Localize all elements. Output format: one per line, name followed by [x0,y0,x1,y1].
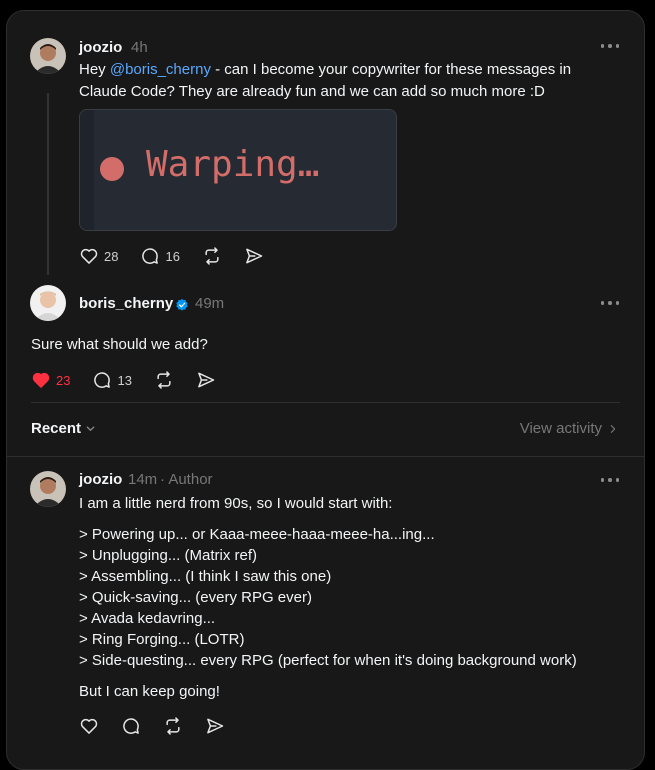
like-button-active[interactable]: 23 [31,370,70,390]
repost-button[interactable] [154,370,174,390]
view-activity-link[interactable]: View activity [520,420,618,437]
comment-button[interactable] [121,716,141,736]
chevron-down-icon [86,426,95,431]
like-count: 23 [56,372,71,388]
recent-dropdown[interactable]: Recent [31,420,96,437]
like-button[interactable]: 28 [79,246,118,266]
heart-filled-icon [32,372,50,388]
post2-username[interactable]: boris_cherny [79,295,173,312]
share-button[interactable] [205,716,225,736]
list-item: > Powering up... or Kaaa-meee-haaa-meee-… [79,526,435,543]
like-button[interactable] [79,716,99,736]
post1-more-icon[interactable] [599,41,621,51]
avatar-image [30,38,66,74]
like-count: 28 [104,248,119,264]
share-icon [246,248,263,264]
avatar-image [30,471,66,507]
comment-icon [123,718,139,734]
post1-text-line2: Claude Code? They are already fun and we… [79,83,545,100]
post3-more-icon[interactable] [599,475,621,485]
post1-text-part: Hey [79,61,110,78]
view-activity-label: View activity [519,420,602,437]
post3-username[interactable]: joozio [79,471,122,488]
post3-intro: I am a little nerd from 90s, so I would … [79,495,393,512]
share-button[interactable] [244,246,264,266]
list-item: > Ring Forging... (LOTR) [79,631,245,648]
thread-connector-line [47,93,49,275]
repost-icon [166,717,180,735]
author-badge: · Author [160,471,213,488]
avatar-joozio[interactable] [30,38,66,74]
avatar-boris[interactable] [30,285,66,321]
image-warping-text: Warping… [146,144,320,185]
post2-text: Sure what should we add? [31,336,208,353]
repost-button[interactable] [202,246,222,266]
divider [31,402,620,403]
list-item: > Avada kedavring... [79,610,216,627]
recent-label: Recent [31,420,82,437]
image-stripe [80,110,94,230]
post2-actions: 23 13 [31,370,238,390]
post2-more-icon[interactable] [599,298,621,308]
share-button[interactable] [196,370,216,390]
post3-list: > Powering up... or Kaaa-meee-haaa-meee-… [79,524,639,671]
repost-icon [157,371,171,389]
comment-icon [142,248,159,264]
comment-button[interactable]: 16 [140,246,180,266]
heart-icon [80,248,98,264]
list-item: > Assembling... (I think I saw this one) [79,568,332,585]
mention-link[interactable]: @boris_cherny [110,61,211,78]
post3-actions [79,716,247,736]
share-icon [207,718,224,734]
thread-card: joozio 4h Hey @boris_cherny - can I beco… [6,10,645,770]
list-item: > Side-questing... every RPG (perfect fo… [79,652,577,669]
chevron-right-icon [610,424,616,433]
post3-time: 14m [128,471,158,488]
post1-text-part: - can I become your copywriter for these… [210,61,572,78]
post1-time: 4h [131,39,148,56]
list-item: > Quick-saving... (every RPG ever) [79,589,312,606]
share-icon [198,372,215,388]
avatar-image [30,285,66,321]
reply-count: 16 [165,248,180,264]
divider [7,456,644,457]
post1-image[interactable]: Warping… [79,109,397,231]
list-item: > Unplugging... (Matrix ref) [79,547,257,564]
reply-count: 13 [117,372,132,388]
status-dot [100,157,124,181]
post3-outro: But I can keep going! [79,683,220,700]
repost-button[interactable] [163,716,183,736]
heart-icon [80,718,98,734]
post2-time: 49m [195,295,225,312]
comment-button[interactable]: 13 [92,370,132,390]
post1-username[interactable]: joozio [79,39,122,56]
avatar-joozio[interactable] [30,471,66,507]
verified-icon [176,298,188,311]
repost-icon [205,247,219,265]
post1-text: Hey @boris_cherny - can I become your co… [79,59,619,103]
comment-icon [94,372,111,388]
post1-actions: 28 16 [79,246,286,266]
